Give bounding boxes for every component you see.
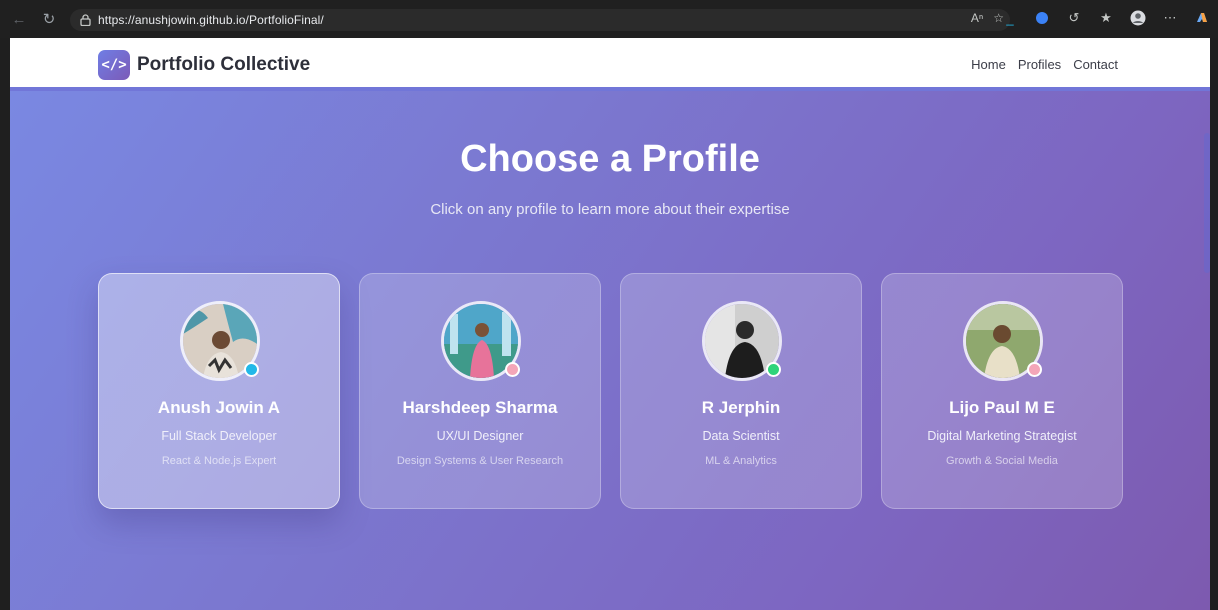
status-dot (505, 362, 520, 377)
profile-specialty: Growth & Social Media (946, 455, 1058, 467)
lock-icon (78, 13, 92, 27)
code-logo-icon[interactable]: </> (98, 50, 130, 80)
profile-name: R Jerphin (701, 398, 781, 417)
more-menu-icon[interactable]: ⋯ (1160, 8, 1180, 28)
url-text: https://anushjowin.github.io/PortfolioFi… (98, 13, 324, 27)
back-arrow-icon[interactable]: ← (8, 8, 30, 30)
online-status-dot (244, 362, 259, 377)
profile-card-anush[interactable]: Anush Jowin A Full Stack Developer React… (98, 273, 340, 509)
profile-card-lijo[interactable]: Lijo Paul M E Digital Marketing Strategi… (881, 273, 1123, 509)
brand-name[interactable]: Portfolio Collective (137, 54, 310, 76)
profile-card-jerphin[interactable]: R Jerphin Data Scientist ML & Analytics (620, 273, 862, 509)
profile-name: Anush Jowin A (157, 398, 281, 417)
site-header: </> Portfolio Collective Home Profiles C… (10, 38, 1210, 91)
profile-role: Full Stack Developer (161, 429, 277, 443)
copilot-icon[interactable] (1192, 8, 1212, 28)
nav-links: Home Profiles Contact (971, 57, 1118, 72)
page-title: Choose a Profile (460, 138, 760, 180)
browser-toolbar: ← ↻ https://anushjowin.github.io/Portfol… (0, 0, 1218, 38)
favorites-icon[interactable]: ★ (1096, 8, 1116, 28)
profile-cards: Anush Jowin A Full Stack Developer React… (98, 273, 1124, 510)
online-status-dot (766, 362, 781, 377)
nav-link-contact[interactable]: Contact (1073, 57, 1118, 72)
profile-role: Digital Marketing Strategist (927, 429, 1077, 443)
page-scrollbar[interactable] (1204, 133, 1210, 273)
profile-specialty: ML & Analytics (705, 455, 777, 467)
profile-role: Data Scientist (702, 429, 780, 443)
profile-specialty: React & Node.js Expert (161, 455, 277, 467)
address-bar[interactable]: https://anushjowin.github.io/PortfolioFi… (70, 9, 1010, 31)
extension-dash-icon[interactable]: _ (1000, 8, 1020, 28)
profile-card-harshdeep[interactable]: Harshdeep Sharma UX/UI Designer Design S… (359, 273, 601, 509)
profile-name: Harshdeep Sharma (402, 398, 558, 417)
status-dot (1027, 362, 1042, 377)
extension-shield-icon[interactable] (1032, 8, 1052, 28)
profile-avatar-icon[interactable] (1128, 8, 1148, 28)
page-subtitle: Click on any profile to learn more about… (430, 201, 790, 218)
page-viewport: </> Portfolio Collective Home Profiles C… (10, 38, 1210, 610)
browser-essentials-icon[interactable]: ↺ (1064, 8, 1084, 28)
reload-icon[interactable]: ↻ (38, 8, 60, 30)
profile-specialty: Design Systems & User Research (396, 455, 564, 467)
nav-link-home[interactable]: Home (971, 57, 1006, 72)
nav-link-profiles[interactable]: Profiles (1018, 57, 1061, 72)
profile-role: UX/UI Designer (436, 429, 524, 443)
read-aloud-icon[interactable]: Aⁿ (971, 11, 983, 25)
profile-name: Lijo Paul M E (949, 398, 1055, 417)
